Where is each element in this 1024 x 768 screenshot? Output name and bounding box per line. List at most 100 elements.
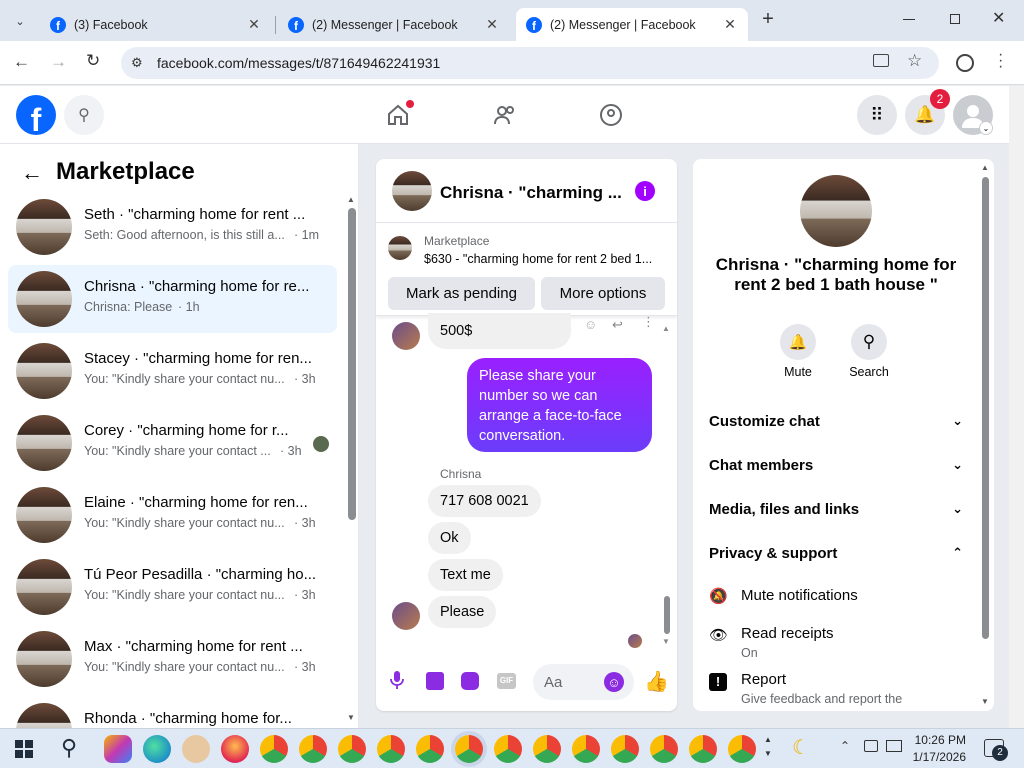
chrome-icon[interactable]: [689, 735, 717, 763]
close-window-icon[interactable]: ✕: [992, 8, 1005, 28]
close-tab-icon[interactable]: ✕: [722, 16, 738, 33]
info-scrollbar-up[interactable]: ▲: [981, 163, 989, 172]
customize-chat-section[interactable]: Customize chat ⌄: [709, 401, 963, 441]
listing-thumbnail[interactable]: [388, 236, 412, 260]
conversation-avatar[interactable]: [800, 175, 872, 247]
emoji-icon[interactable]: ☺: [604, 672, 624, 692]
paint-icon[interactable]: [182, 735, 210, 763]
chat-members-section[interactable]: Chat members ⌄: [709, 445, 963, 485]
restore-window-icon[interactable]: [950, 14, 960, 24]
clock-time[interactable]: 10:26 PM: [914, 733, 966, 747]
conversation-item[interactable]: Elaine · "charming home for ren... You: …: [8, 481, 337, 549]
browser-tab-messenger[interactable]: f (2) Messenger | Facebook ✕: [278, 8, 510, 41]
weather-moon-icon[interactable]: ☾: [792, 735, 810, 760]
reload-icon[interactable]: ↻: [86, 51, 100, 71]
taskbar-overflow-icon[interactable]: ▲ ▼: [764, 733, 772, 761]
show-hidden-icons-chevron[interactable]: ⌃: [840, 739, 850, 753]
search-icon[interactable]: ⚲: [64, 95, 104, 135]
windows-start-icon[interactable]: [15, 740, 33, 758]
conversation-item-selected[interactable]: Chrisna · "charming home for re... Chris…: [8, 265, 337, 333]
chrome-icon[interactable]: [572, 735, 600, 763]
friends-icon[interactable]: [493, 103, 517, 127]
chrome-icon[interactable]: [533, 735, 561, 763]
react-icon[interactable]: ☺: [584, 317, 597, 332]
close-tab-icon[interactable]: ✕: [246, 16, 262, 33]
chrome-icon[interactable]: [494, 735, 522, 763]
sticker-icon[interactable]: [461, 672, 479, 690]
message-input[interactable]: Aa ☺: [533, 664, 634, 700]
read-receipts-item[interactable]: 👁 Read receipts On: [709, 623, 963, 663]
report-item[interactable]: ! Report Give feedback and report the: [709, 669, 963, 709]
microphone-icon[interactable]: [390, 671, 404, 689]
panel-scrollbar-thumb[interactable]: [348, 208, 356, 520]
groups-icon[interactable]: [599, 103, 623, 127]
panel-scrollbar-down[interactable]: ▼: [347, 713, 355, 722]
mark-as-pending-button[interactable]: Mark as pending: [388, 277, 535, 310]
address-bar[interactable]: ⚙ facebook.com/messages/t/87164946224193…: [121, 47, 939, 79]
gif-icon[interactable]: GIF: [497, 673, 516, 689]
search-conversation-icon[interactable]: ⚲: [851, 324, 887, 360]
chrome-icon[interactable]: [299, 735, 327, 763]
more-options-button[interactable]: More options: [541, 277, 665, 310]
panel-scrollbar-up[interactable]: ▲: [347, 195, 355, 204]
clock-date[interactable]: 1/17/2026: [906, 750, 966, 764]
photo-icon[interactable]: [426, 672, 444, 690]
browser-tab-messenger-active[interactable]: f (2) Messenger | Facebook ✕: [516, 8, 748, 41]
copilot-icon[interactable]: [104, 735, 132, 763]
browser-menu-icon[interactable]: · · ·: [998, 47, 1003, 75]
tab-search-button[interactable]: ⌄: [8, 10, 32, 32]
edge-icon[interactable]: [143, 735, 171, 763]
network-icon[interactable]: [864, 740, 878, 752]
chrome-icon[interactable]: [377, 735, 405, 763]
page-scrollbar[interactable]: [1009, 86, 1024, 728]
display-icon[interactable]: [886, 740, 902, 752]
chat-scrollbar-up[interactable]: ▲: [662, 324, 670, 333]
chrome-icon[interactable]: [611, 735, 639, 763]
chat-avatar[interactable]: [392, 171, 432, 211]
conversation-item[interactable]: Seth · "charming home for rent ... Seth:…: [8, 193, 337, 261]
chat-info-icon[interactable]: i: [635, 181, 655, 201]
conversation-item[interactable]: Rhonda · "charming home for...: [8, 697, 337, 728]
firefox-icon[interactable]: [221, 735, 249, 763]
chrome-icon[interactable]: [728, 735, 756, 763]
conversation-item[interactable]: Tú Peor Pesadilla · "charming ho... You:…: [8, 553, 337, 621]
conversation-item[interactable]: Stacey · "charming home for ren... You: …: [8, 337, 337, 405]
install-app-icon[interactable]: [873, 54, 889, 67]
bookmark-star-icon[interactable]: ☆: [907, 51, 922, 71]
message-more-icon[interactable]: ⋮: [642, 314, 655, 330]
like-thumbs-up-icon[interactable]: 👍: [644, 669, 669, 694]
chat-scrollbar-down[interactable]: ▼: [662, 637, 670, 646]
account-chevron-icon[interactable]: ⌄: [979, 121, 993, 135]
mute-notifications-item[interactable]: 🔕 Mute notifications: [709, 585, 963, 611]
privacy-support-section[interactable]: Privacy & support ⌃: [709, 533, 963, 573]
site-info-icon[interactable]: ⚙: [131, 55, 143, 71]
info-scrollbar-thumb[interactable]: [982, 177, 989, 639]
url-text[interactable]: facebook.com/messages/t/871649462241931: [157, 55, 440, 71]
profile-icon[interactable]: [956, 54, 974, 72]
home-icon[interactable]: [386, 100, 414, 127]
forward-arrow-icon[interactable]: →: [50, 52, 67, 72]
chrome-icon[interactable]: [338, 735, 366, 763]
conversation-item[interactable]: Corey · "charming home for r... You: "Ki…: [8, 409, 337, 477]
taskbar-search-icon[interactable]: ⚲: [61, 735, 77, 761]
minimize-window-icon[interactable]: [903, 19, 915, 20]
reply-icon[interactable]: ↩: [612, 317, 623, 333]
chrome-icon[interactable]: [260, 735, 288, 763]
info-scrollbar-down[interactable]: ▼: [981, 697, 989, 706]
mute-bell-icon[interactable]: 🔔: [780, 324, 816, 360]
back-arrow-icon[interactable]: ←: [21, 160, 43, 186]
close-tab-icon[interactable]: ✕: [484, 16, 500, 33]
menu-grid-icon[interactable]: ⠿: [857, 95, 897, 135]
chat-scrollbar-thumb[interactable]: [664, 596, 670, 634]
listing-summary[interactable]: $630 - "charming home for rent 2 bed 1..…: [424, 252, 664, 266]
conversation-item[interactable]: Max · "charming home for rent ... You: "…: [8, 625, 337, 693]
new-tab-button[interactable]: +: [758, 8, 778, 32]
back-arrow-icon[interactable]: ←: [13, 52, 30, 72]
chrome-icon[interactable]: [650, 735, 678, 763]
chrome-icon-active[interactable]: [455, 735, 483, 763]
chat-title[interactable]: Chrisna · "charming ...: [440, 183, 622, 203]
chrome-icon[interactable]: [416, 735, 444, 763]
media-files-links-section[interactable]: Media, files and links ⌄: [709, 489, 963, 529]
browser-tab-facebook[interactable]: f (3) Facebook ✕: [40, 8, 272, 41]
facebook-logo-icon[interactable]: f: [16, 95, 56, 135]
